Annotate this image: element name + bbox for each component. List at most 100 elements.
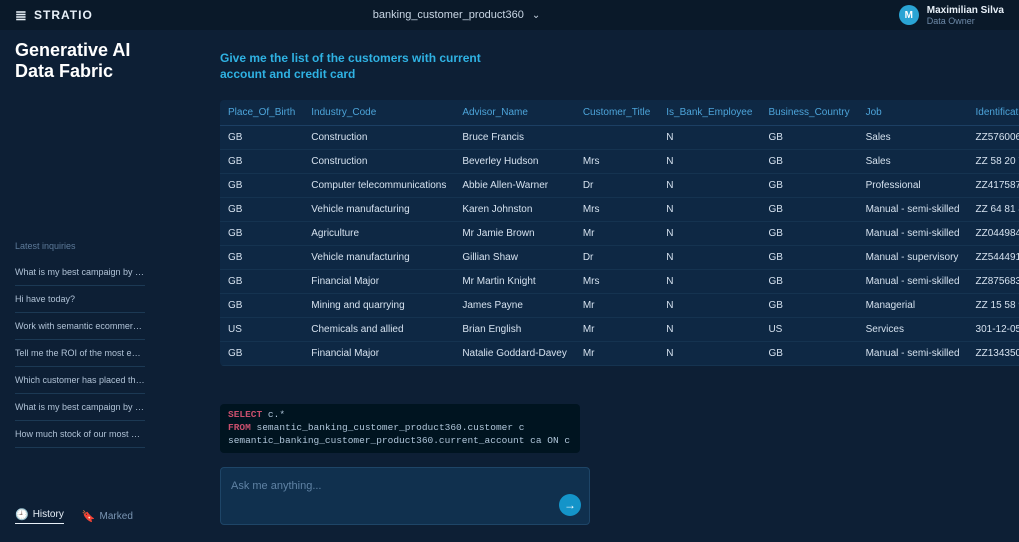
column-header[interactable]: Advisor_Name xyxy=(454,100,575,126)
table-cell: GB xyxy=(220,246,303,270)
table-cell: Computer telecommunications xyxy=(303,174,454,198)
table-cell: GB xyxy=(220,342,303,366)
table-cell: US xyxy=(220,318,303,342)
table-row[interactable]: GBFinancial MajorNatalie Goddard-DaveyMr… xyxy=(220,342,1019,366)
table-cell: GB xyxy=(760,222,857,246)
table-cell: Construction xyxy=(303,126,454,150)
table-cell: Construction xyxy=(303,150,454,174)
send-button[interactable]: → xyxy=(559,494,581,516)
project-name: banking_customer_product360 xyxy=(373,9,524,21)
inquiry-item[interactable]: Which customer has placed the m... xyxy=(15,367,145,394)
table-cell: Financial Major xyxy=(303,270,454,294)
table-cell: GB xyxy=(220,294,303,318)
results-table: Place_Of_BirthIndustry_CodeAdvisor_NameC… xyxy=(220,100,1019,366)
table-cell: Abbie Allen-Warner xyxy=(454,174,575,198)
table-cell: Mr Martin Knight xyxy=(454,270,575,294)
table-row[interactable]: GBVehicle manufacturingKaren JohnstonMrs… xyxy=(220,198,1019,222)
table-cell: Manual - supervisory xyxy=(858,246,968,270)
table-cell: ZZ576006T xyxy=(968,126,1019,150)
table-cell: US xyxy=(760,318,857,342)
table-row[interactable]: USChemicals and alliedBrian EnglishMrNUS… xyxy=(220,318,1019,342)
chevron-down-icon: ⌄ xyxy=(532,10,540,21)
table-cell: Mrs xyxy=(575,150,658,174)
inquiry-item[interactable]: What is my best campaign by ROI ... xyxy=(15,394,145,421)
column-header[interactable]: Identification_Number xyxy=(968,100,1019,126)
table-cell: Mrs xyxy=(575,198,658,222)
table-cell: James Payne xyxy=(454,294,575,318)
table-cell: N xyxy=(658,318,760,342)
table-cell: GB xyxy=(760,126,857,150)
table-cell: N xyxy=(658,294,760,318)
table-cell: Professional xyxy=(858,174,968,198)
inquiry-item[interactable]: Work with semantic ecommerce d... xyxy=(15,313,145,340)
table-row[interactable]: GBMining and quarryingJames PayneMrNGBMa… xyxy=(220,294,1019,318)
column-header[interactable]: Job xyxy=(858,100,968,126)
table-cell: GB xyxy=(220,270,303,294)
results-table-container: Place_Of_BirthIndustry_CodeAdvisor_NameC… xyxy=(220,100,1019,366)
latest-inquiries-label: Latest inquiries xyxy=(15,241,145,251)
table-row[interactable]: GBAgricultureMr Jamie BrownMrNGBManual -… xyxy=(220,222,1019,246)
table-cell: GB xyxy=(760,198,857,222)
inquiry-item[interactable]: How much stock of our most popu... xyxy=(15,421,145,448)
clock-icon: 🕘 xyxy=(15,508,29,521)
table-row[interactable]: GBConstructionBruce FrancisNGBSalesZZ576… xyxy=(220,126,1019,150)
table-cell: ZZ544491T xyxy=(968,246,1019,270)
brand-logo: STRATIO xyxy=(15,8,93,22)
brand-icon xyxy=(15,9,29,21)
table-row[interactable]: GBVehicle manufacturingGillian ShawDrNGB… xyxy=(220,246,1019,270)
table-cell: N xyxy=(658,174,760,198)
inquiry-item[interactable]: What is my best campaign by ROI ... xyxy=(15,259,145,286)
table-cell: N xyxy=(658,342,760,366)
table-row[interactable]: GBConstructionBeverley HudsonMrsNGBSales… xyxy=(220,150,1019,174)
table-cell: Vehicle manufacturing xyxy=(303,198,454,222)
tab-history[interactable]: 🕘 History xyxy=(15,508,64,524)
app-title: Generative AI Data Fabric xyxy=(15,40,145,81)
table-row[interactable]: GBFinancial MajorMr Martin KnightMrsNGBM… xyxy=(220,270,1019,294)
table-cell: Mr xyxy=(575,342,658,366)
inquiry-item[interactable]: Tell me the ROI of the most expen... xyxy=(15,340,145,367)
table-cell: Services xyxy=(858,318,968,342)
arrow-right-icon: → xyxy=(564,498,576,512)
bookmark-icon: 🔖 xyxy=(82,510,96,523)
column-header[interactable]: Business_Country xyxy=(760,100,857,126)
table-cell: GB xyxy=(220,150,303,174)
table-cell: Brian English xyxy=(454,318,575,342)
table-cell: Agriculture xyxy=(303,222,454,246)
project-selector[interactable]: banking_customer_product360 ⌄ xyxy=(373,9,540,21)
table-cell: Mr xyxy=(575,294,658,318)
user-menu[interactable]: M Maximilian Silva Data Owner xyxy=(899,5,1004,26)
table-cell: Financial Major xyxy=(303,342,454,366)
chat-input[interactable] xyxy=(231,480,579,504)
table-cell: 301-12-0587 xyxy=(968,318,1019,342)
table-cell: Sales xyxy=(858,126,968,150)
table-cell: Vehicle manufacturing xyxy=(303,246,454,270)
column-header[interactable]: Place_Of_Birth xyxy=(220,100,303,126)
avatar: M xyxy=(899,5,919,25)
table-cell: Bruce Francis xyxy=(454,126,575,150)
column-header[interactable]: Customer_Title xyxy=(575,100,658,126)
table-cell: ZZ 64 81 83 T xyxy=(968,198,1019,222)
table-cell: GB xyxy=(760,270,857,294)
tab-marked[interactable]: 🔖 Marked xyxy=(82,508,133,524)
brand-text: STRATIO xyxy=(34,8,93,22)
table-cell xyxy=(575,126,658,150)
table-cell: N xyxy=(658,150,760,174)
column-header[interactable]: Is_Bank_Employee xyxy=(658,100,760,126)
table-cell: GB xyxy=(760,174,857,198)
table-cell: GB xyxy=(220,126,303,150)
table-cell: GB xyxy=(220,222,303,246)
table-cell: Karen Johnston xyxy=(454,198,575,222)
column-header[interactable]: Industry_Code xyxy=(303,100,454,126)
table-row[interactable]: GB Computer telecommunicationsAbbie Allen… xyxy=(220,174,1019,198)
table-cell: N xyxy=(658,246,760,270)
table-cell: Manual - semi-skilled xyxy=(858,198,968,222)
inquiry-item[interactable]: Hi have today? xyxy=(15,286,145,313)
table-cell: ZZ044984T xyxy=(968,222,1019,246)
table-cell: GB xyxy=(220,198,303,222)
table-cell: Mining and quarrying xyxy=(303,294,454,318)
table-cell: GB xyxy=(760,342,857,366)
table-cell: GB xyxy=(760,294,857,318)
table-cell: Manual - semi-skilled xyxy=(858,270,968,294)
table-cell: Sales xyxy=(858,150,968,174)
table-cell: Manual - semi-skilled xyxy=(858,222,968,246)
